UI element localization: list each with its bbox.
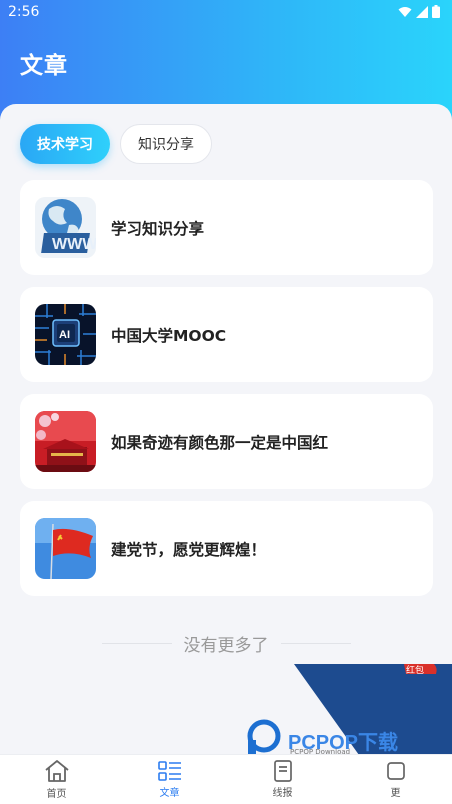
category-tabs: 技术学习 知识分享 [20, 124, 212, 164]
status-icons [398, 5, 440, 18]
list-end-text: 没有更多了 [183, 635, 269, 656]
home-icon [44, 760, 69, 782]
svg-text:WWW: WWW [52, 236, 96, 253]
ai-chip-image: AI [35, 304, 96, 365]
article-card-3[interactable]: 如果奇迹有颜色那一定是中国红 [20, 394, 433, 489]
nav-more[interactable]: 更 [339, 755, 452, 804]
article-card-2[interactable]: AI 中国大学MOOC [20, 287, 433, 382]
more-icon [386, 762, 405, 780]
status-bar: 2:56 [0, 0, 452, 26]
nav-tips[interactable]: 线报 [226, 755, 339, 804]
divider [280, 642, 351, 644]
content-panel: 技术学习 知识分享 WWW 学习知识分享 AI 中国大学MOOC 如果奇迹有颜色… [0, 104, 452, 754]
article-title: 建党节，愿党更辉煌！ [111, 540, 267, 559]
status-time: 2:56 [8, 4, 40, 20]
page-title: 文章 [20, 53, 68, 79]
www-globe-image: WWW [35, 197, 96, 258]
svg-text:AI: AI [59, 329, 70, 341]
article-title: 中国大学MOOC [111, 326, 227, 345]
divider [101, 642, 172, 644]
nav-home[interactable]: 首页 [0, 755, 113, 804]
list-end-indicator: 没有更多了 [0, 628, 452, 658]
watermark-badge: 红包 [406, 666, 425, 676]
bottom-nav: 首页 文章 线报 更 [0, 754, 452, 804]
battery-icon [432, 5, 440, 18]
nav-label: 首页 [46, 789, 67, 800]
nav-articles[interactable]: 文章 [113, 755, 226, 804]
article-list-icon [157, 761, 181, 781]
article-card-1[interactable]: WWW 学习知识分享 [20, 180, 433, 275]
article-title: 学习知识分享 [111, 219, 205, 238]
document-icon [273, 760, 292, 782]
tab-tech-learning[interactable]: 技术学习 [20, 124, 110, 164]
nav-label: 线报 [272, 788, 293, 799]
tiananmen-image [35, 411, 96, 472]
tab-knowledge-sharing[interactable]: 知识分享 [120, 124, 212, 164]
signal-icon [416, 5, 428, 18]
party-flag-image [35, 518, 96, 579]
article-card-4[interactable]: 建党节，愿党更辉煌！ [20, 501, 433, 596]
nav-label: 更 [390, 788, 401, 799]
wifi-icon [398, 6, 412, 17]
article-title: 如果奇迹有颜色那一定是中国红 [111, 433, 329, 452]
nav-label: 文章 [159, 788, 180, 799]
